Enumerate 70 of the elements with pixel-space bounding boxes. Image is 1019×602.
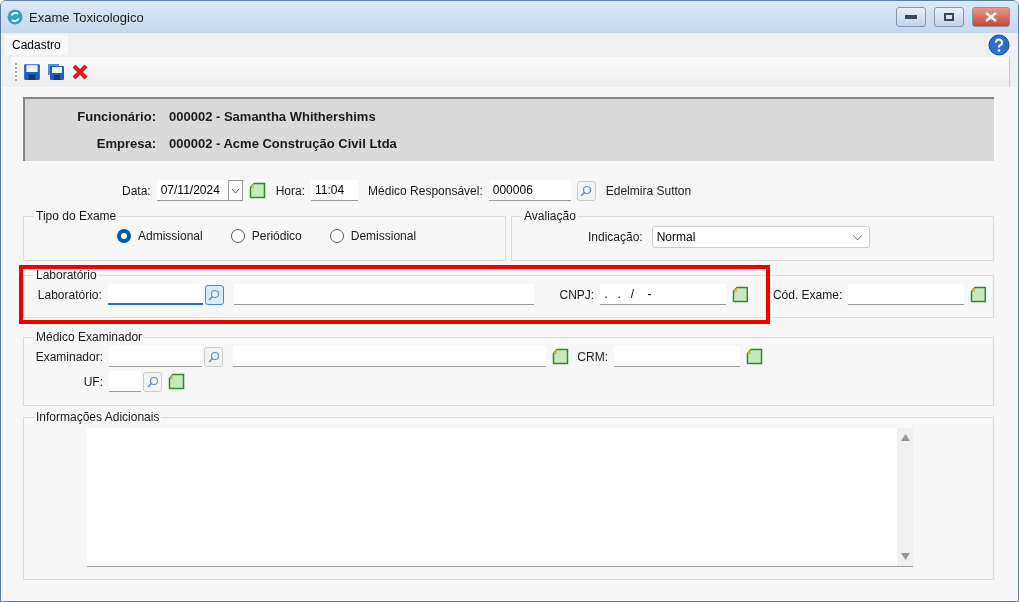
new-document-icon[interactable] [552,348,569,365]
group-title: Tipo do Exame [35,209,118,223]
chevron-down-icon [851,233,863,241]
new-document-icon[interactable] [168,373,185,390]
help-icon[interactable] [988,34,1010,56]
save-copy-button[interactable] [47,63,65,81]
header-value: 000002 - Samantha Whithershims [169,109,376,124]
scroll-down-icon[interactable] [900,553,910,560]
field-label: Médico Responsável: [368,183,483,198]
minimize-button[interactable] [896,7,926,27]
header-value: 000002 - Acme Construção Civil Ltda [169,136,397,151]
radio-button[interactable] [329,229,344,243]
search-button[interactable] [576,180,596,201]
doctor-name: Edelmira Sutton [605,183,692,198]
group-title: Avaliação [523,209,577,223]
search-icon [208,288,221,301]
search-icon [207,350,220,363]
search-button[interactable] [143,371,162,392]
field-label: Hora: [275,183,306,198]
time-field[interactable]: 11:04 [311,180,359,201]
header-label: Funcionário: [76,109,156,124]
field-label: Indicação: [588,230,643,244]
radio-button[interactable] [117,229,131,243]
state-field[interactable] [109,371,141,392]
search-button[interactable] [204,346,223,367]
radio-label: Admissional [138,229,203,243]
field-label: CNPJ: [558,287,595,302]
maximize-button[interactable] [934,7,964,27]
lab-code-field[interactable] [107,284,203,305]
maximize-icon [944,13,954,21]
indication-dropdown[interactable]: Normal [651,226,870,248]
search-button[interactable] [204,284,224,305]
new-document-icon[interactable] [248,182,266,199]
exam-code-field[interactable] [848,284,965,305]
radio-label: Periódico [251,229,302,243]
tab[interactable]: Cadastro [5,35,68,55]
examiner-name-field[interactable] [233,346,546,367]
save-button[interactable] [23,63,41,81]
lab-name-field[interactable] [233,284,534,305]
examiner-code-field[interactable] [109,346,202,367]
radio-label: Demissional [350,229,417,243]
field-label: Laboratório: [36,287,102,302]
search-icon [580,184,593,197]
group-title: Laboratório [35,268,98,282]
group-title: Informações Adicionais [35,410,161,424]
header-label: Empresa: [95,136,156,151]
group-title: Médico Examinador [35,330,144,344]
close-button[interactable] [972,7,1010,27]
field-label: Cód. Exame: [772,287,843,302]
new-document-icon[interactable] [746,348,763,365]
doctor-code-field[interactable]: 000006 [488,180,571,201]
field-label: Data: [122,183,151,198]
window-title: Exame Toxicologico [29,9,145,25]
crm-field[interactable] [614,346,740,367]
new-document-icon[interactable] [970,286,987,303]
date-field[interactable]: 07/11/2024 [156,180,228,201]
field-label: UF: [82,374,103,389]
radio-button[interactable] [230,229,245,243]
field-label: Examinador: [34,349,103,364]
cnpj-field[interactable]: . . / - [600,284,727,305]
field-label: CRM: [576,349,608,364]
minimize-icon [905,15,917,19]
scrollbar[interactable] [897,428,913,566]
new-document-icon[interactable] [732,286,749,303]
app-logo-icon [7,9,23,25]
scroll-up-icon[interactable] [900,434,910,441]
search-icon [146,375,159,388]
chevron-down-icon [230,187,240,194]
delete-button[interactable] [71,63,89,81]
close-icon [985,12,997,22]
